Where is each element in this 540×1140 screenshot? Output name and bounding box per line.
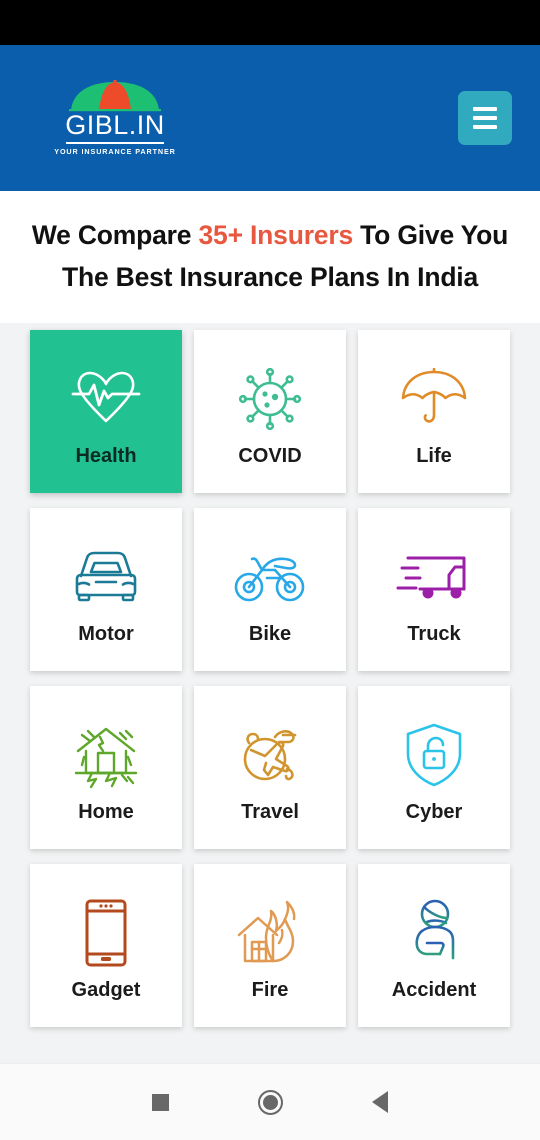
product-card-label: Cyber (405, 800, 463, 823)
menu-bar-3 (473, 125, 497, 129)
product-card-travel[interactable]: Travel (194, 686, 346, 849)
motorcycle-icon (194, 542, 346, 612)
menu-bar-1 (473, 107, 497, 111)
shield-lock-icon (358, 720, 510, 790)
product-card-home[interactable]: Home (30, 686, 182, 849)
menu-bar-2 (473, 116, 497, 120)
product-card-grid: Health COVID Life Motor Bike Truck Home … (30, 330, 510, 1027)
android-status-bar (0, 0, 540, 45)
damaged-house-icon (30, 720, 182, 790)
umbrella-logo-icon (69, 80, 161, 112)
headline-text-before: We Compare (31, 220, 199, 251)
injured-person-icon (358, 898, 510, 968)
product-card-label: Truck (407, 622, 461, 645)
headline-text-after: To Give You (353, 220, 509, 251)
product-card-label: Travel (241, 800, 299, 823)
product-card-label: Accident (391, 978, 477, 1001)
truck-icon (358, 542, 510, 612)
product-card-label: Motor (78, 622, 134, 645)
square-icon (151, 1093, 169, 1111)
product-card-accident[interactable]: Accident (358, 864, 510, 1027)
car-icon (30, 542, 182, 612)
product-card-label: Home (78, 800, 134, 823)
product-card-covid[interactable]: COVID (194, 330, 346, 493)
logo-tagline: YOUR INSURANCE PARTNER (54, 146, 176, 156)
nav-recents-button[interactable] (105, 1093, 215, 1111)
nav-back-button[interactable] (325, 1091, 435, 1113)
house-fire-icon (194, 898, 346, 968)
product-card-motor[interactable]: Motor (30, 508, 182, 671)
app-root: GIBL.IN YOUR INSURANCE PARTNER We Compar… (0, 0, 540, 1140)
android-nav-bar (0, 1063, 540, 1140)
headline-line-1: We Compare 35+ Insurers To Give You (31, 215, 509, 257)
product-card-label: Bike (248, 622, 292, 645)
product-card-cyber[interactable]: Cyber (358, 686, 510, 849)
product-card-life[interactable]: Life (358, 330, 510, 493)
product-card-gadget[interactable]: Gadget (30, 864, 182, 1027)
heart-pulse-icon (30, 364, 182, 434)
headline-line-2: The Best Insurance Plans In India (61, 262, 479, 292)
site-logo[interactable]: GIBL.IN YOUR INSURANCE PARTNER (54, 80, 175, 156)
circle-icon (257, 1089, 283, 1115)
product-card-label: Fire (251, 978, 289, 1001)
product-card-label: Health (75, 444, 137, 467)
product-card-label: COVID (238, 444, 302, 467)
product-card-label: Life (416, 444, 452, 467)
logo-wordmark: GIBL.IN (65, 110, 165, 141)
hamburger-menu-icon[interactable] (458, 91, 512, 145)
headline-accent: 35+ Insurers (198, 220, 354, 251)
virus-icon (194, 364, 346, 434)
airplane-globe-icon (194, 720, 346, 790)
product-card-truck[interactable]: Truck (358, 508, 510, 671)
triangle-left-icon (372, 1091, 388, 1113)
insurance-product-grid: Health COVID Life Motor Bike Truck Home … (0, 323, 540, 1063)
product-card-health[interactable]: Health (30, 330, 182, 493)
page-headline: We Compare 35+ Insurers To Give You The … (0, 191, 540, 323)
logo-underline (66, 141, 164, 144)
smartphone-icon (30, 898, 182, 968)
umbrella-icon (358, 364, 510, 434)
nav-home-button[interactable] (215, 1089, 325, 1115)
product-card-bike[interactable]: Bike (194, 508, 346, 671)
product-card-fire[interactable]: Fire (194, 864, 346, 1027)
site-header: GIBL.IN YOUR INSURANCE PARTNER (0, 45, 540, 191)
product-card-label: Gadget (71, 978, 141, 1001)
